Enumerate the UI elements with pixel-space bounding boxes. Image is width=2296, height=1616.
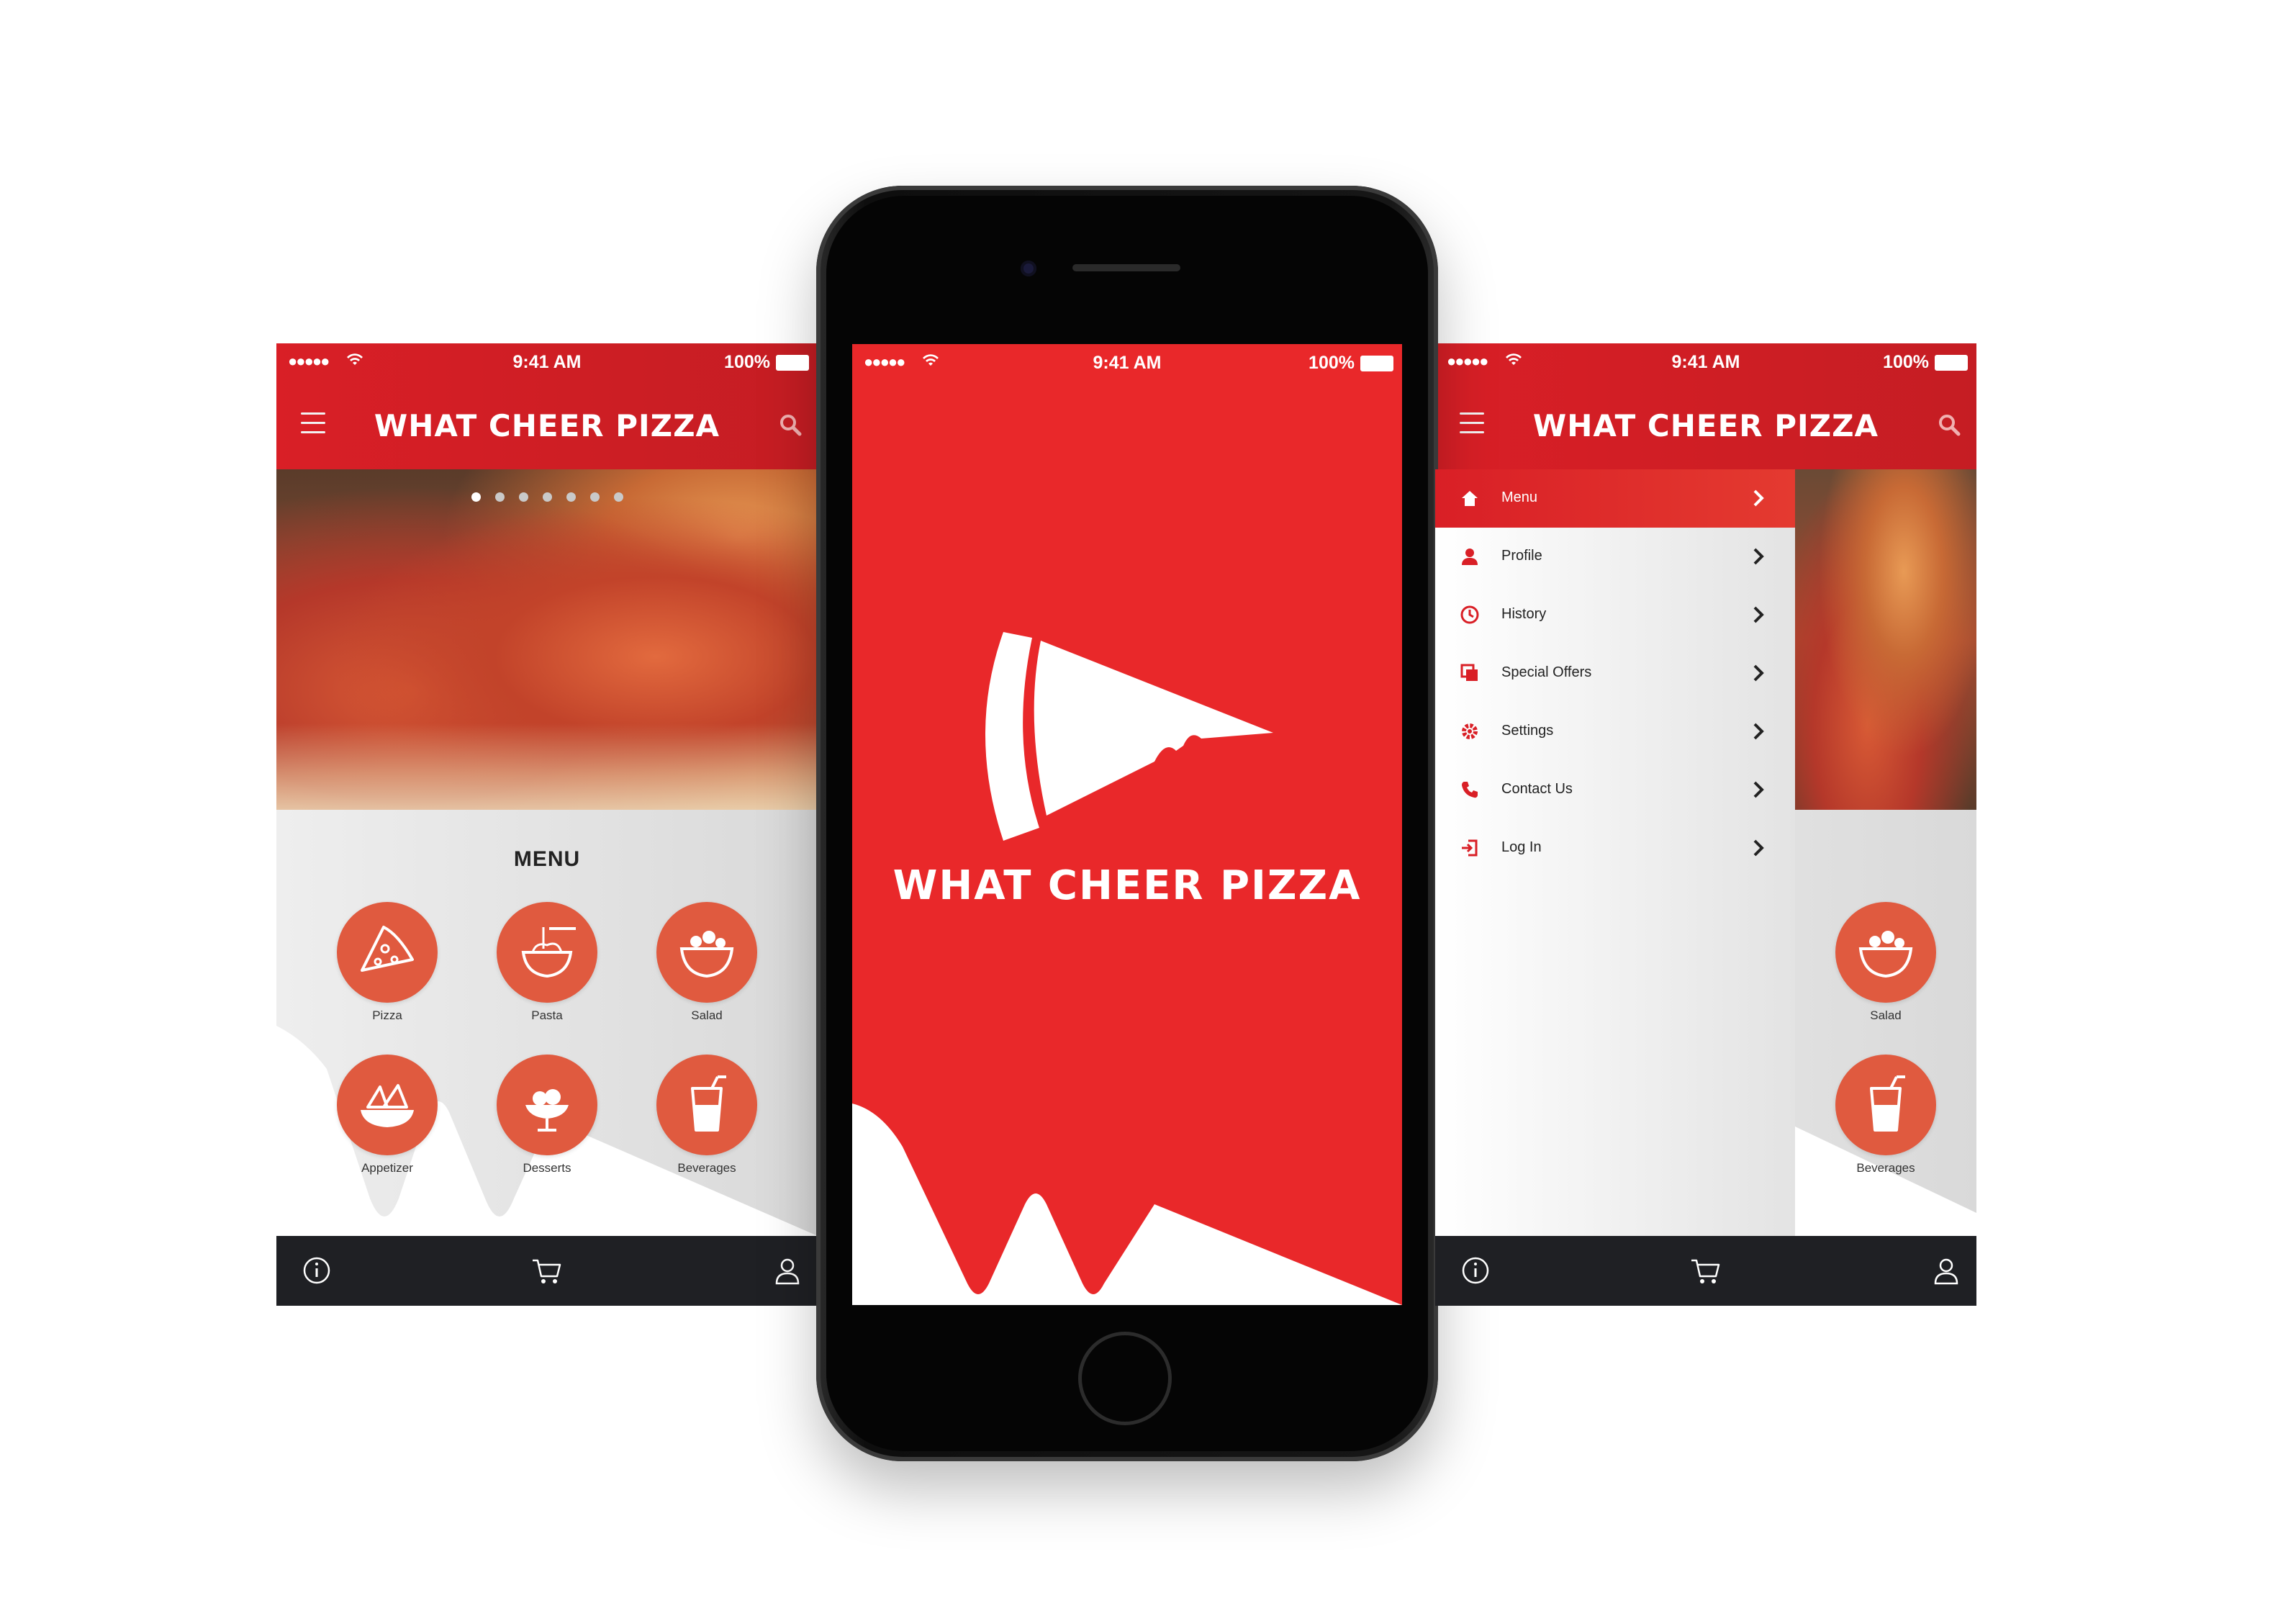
offers-icon [1460,664,1478,681]
pizza-slice-icon [361,926,414,972]
splash-title: WHAT CHEER PIZZA [892,862,1362,909]
drawer-item-profile[interactable]: Profile [1435,528,1795,586]
info-icon[interactable] [1461,1256,1490,1285]
carousel-dots[interactable] [276,492,818,505]
category-label: Pizza [372,1008,402,1022]
chevron-right-icon [1753,606,1764,623]
category-desserts[interactable]: Desserts [482,1055,612,1175]
menu-heading: MENU [513,847,581,871]
tab-bar [1435,1236,1976,1306]
home-screen: ●●●●● 9:41 AM 100% WHAT CHEER PIZZA MENU [276,343,818,1306]
app-title: WHAT CHEER PIZZA [374,408,720,443]
category-label: Beverages [677,1161,736,1175]
drawer-item-label: Menu [1501,489,1538,505]
drawer-item-log-in[interactable]: Log In [1435,819,1795,877]
chevron-right-icon [1753,489,1764,507]
chevron-right-icon [1753,781,1764,798]
drink-cup-icon [691,1075,726,1132]
drawer-item-label: Special Offers [1501,664,1592,680]
drink-cup-icon [1870,1075,1905,1132]
splash-wave-shape [852,1103,1402,1305]
gear-icon [1462,723,1478,739]
user-icon[interactable] [1932,1256,1961,1285]
pasta-bowl-icon [521,927,576,978]
phone-icon [1462,782,1478,798]
carousel-dot[interactable] [518,492,528,502]
category-label: Appetizer [361,1161,413,1175]
drawer-item-history[interactable]: History [1435,586,1795,644]
search-icon[interactable] [1938,413,1961,436]
category-label: Pasta [531,1008,563,1022]
category-appetizer[interactable]: Appetizer [322,1055,452,1175]
search-icon[interactable] [779,413,802,436]
drawer-item-special-offers[interactable]: Special Offers [1435,644,1795,703]
carousel-dot[interactable] [589,492,600,502]
login-icon [1462,839,1478,857]
chevron-right-icon [1753,723,1764,740]
drawer-item-menu[interactable]: Menu [1435,469,1795,528]
status-bar: ●●●●● 9:41 AM 100% [1435,343,1976,381]
category-beverages[interactable]: Beverages [1821,1055,1951,1175]
pizza-slice-logo [985,632,1273,841]
carousel-dot[interactable] [494,492,505,502]
salad-bowl-icon [679,931,734,978]
menu-section: MENU Pizza Pasta Salad Appetizer Dessert… [276,810,818,1236]
home-icon [1462,491,1478,506]
battery-percent: 100% [1309,353,1355,373]
clock-icon [1460,605,1479,624]
battery-percent: 100% [724,352,770,372]
user-icon[interactable] [773,1256,802,1285]
status-bar: ●●●●● 9:41 AM 100% [276,343,818,381]
battery-icon [1360,356,1393,371]
tab-bar [276,1236,818,1306]
app-header: ●●●●● 9:41 AM 100% WHAT CHEER PIZZA [1435,343,1976,469]
user-icon [1462,549,1478,565]
nachos-icon [361,1084,414,1127]
app-header: ●●●●● 9:41 AM 100% WHAT CHEER PIZZA [276,343,818,469]
hero-image [1795,469,1976,810]
category-beverages[interactable]: Beverages [642,1055,772,1175]
carousel-dot[interactable] [566,492,576,502]
drawer-item-contact-us[interactable]: Contact Us [1435,761,1795,819]
hero-carousel[interactable] [276,469,818,810]
battery-percent: 100% [1883,352,1929,372]
salad-bowl-icon [1858,931,1913,978]
splash-screen: ●●●●● 9:41 AM 100% WHAT CHEER PIZZA [852,344,1402,1305]
category-pasta[interactable]: Pasta [482,902,612,1023]
drawer-screen: ●●●●● 9:41 AM 100% WHAT CHEER PIZZA Sala… [1435,343,1976,1306]
category-salad[interactable]: Salad [1821,902,1951,1023]
phone-device: ●●●●● 9:41 AM 100% WHAT CHEER PIZZA [816,186,1438,1461]
chevron-right-icon [1753,548,1764,565]
battery-icon [1935,355,1968,371]
chevron-right-icon [1753,664,1764,682]
drawer-item-label: Profile [1501,548,1542,564]
front-camera [1021,261,1036,276]
carousel-dot[interactable] [542,492,552,502]
chevron-right-icon [1753,839,1764,857]
drawer-item-label: Settings [1501,723,1554,739]
navigation-drawer: Menu Profile History Special Offers Sett… [1435,469,1795,1236]
battery-icon [776,355,809,371]
category-label: Salad [1870,1008,1902,1022]
carousel-dot[interactable] [613,492,623,502]
app-title: WHAT CHEER PIZZA [1532,408,1879,443]
drawer-item-settings[interactable]: Settings [1435,703,1795,761]
category-pizza[interactable]: Pizza [322,902,452,1023]
earpiece-speaker [1072,264,1180,271]
drawer-item-label: Contact Us [1501,781,1573,797]
sundae-icon [525,1089,569,1132]
category-label: Salad [691,1008,723,1022]
cart-icon[interactable] [1690,1256,1720,1285]
carousel-dot[interactable] [471,492,481,502]
home-button[interactable] [1078,1332,1172,1425]
status-bar: ●●●●● 9:41 AM 100% [852,344,1402,382]
category-label: Desserts [523,1161,571,1175]
info-icon[interactable] [302,1256,331,1285]
drawer-item-label: History [1501,606,1547,622]
category-label: Beverages [1856,1161,1915,1175]
cart-icon[interactable] [531,1256,561,1285]
drawer-item-label: Log In [1501,839,1542,855]
category-salad[interactable]: Salad [642,902,772,1023]
